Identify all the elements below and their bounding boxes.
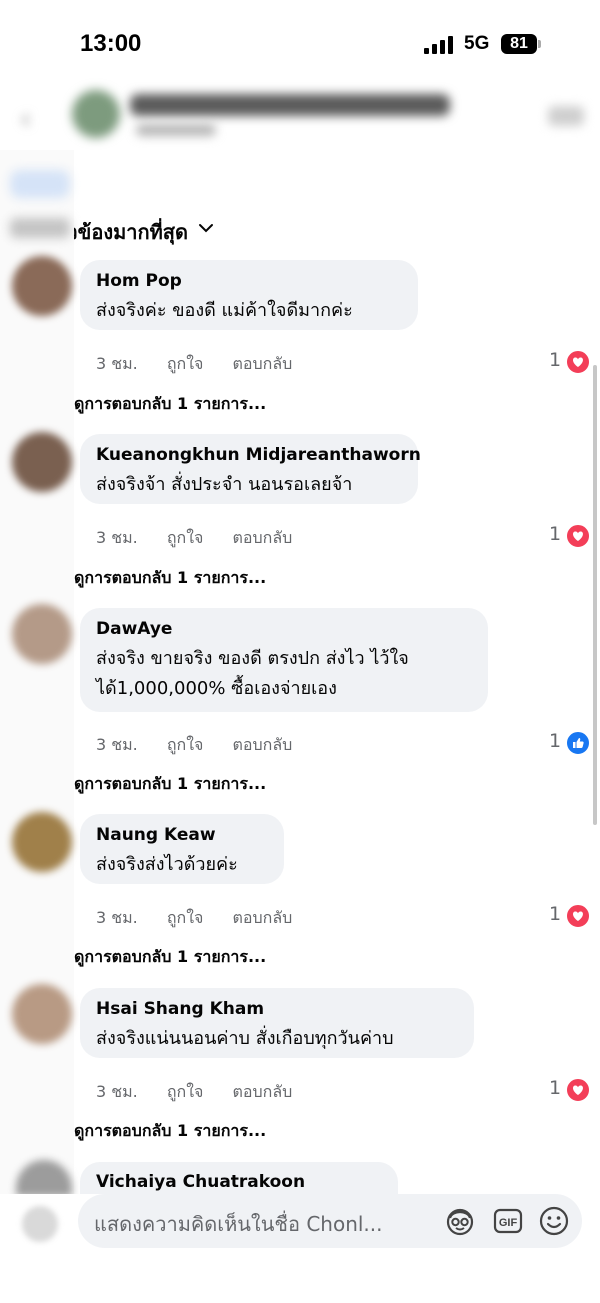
like-button[interactable]: ถูกใจ xyxy=(167,1082,204,1101)
avatar[interactable] xyxy=(12,812,72,872)
comment-bubble[interactable]: Hsai Shang Kham ส่งจริงแน่นนอนค่าบ สั่งเ… xyxy=(80,988,474,1058)
status-time: 13:00 xyxy=(80,30,142,57)
reaction-count[interactable]: 1 xyxy=(549,730,561,752)
like-button[interactable]: ถูกใจ xyxy=(167,528,204,547)
status-bar: 13:00 5G 81 xyxy=(0,0,600,90)
comment-actions: 3 ชม. ถูกใจ ตอบกลับ xyxy=(96,906,316,931)
love-reaction-icon[interactable] xyxy=(566,524,590,548)
reaction-count[interactable]: 1 xyxy=(549,1077,561,1099)
page-avatar[interactable] xyxy=(72,90,120,138)
like-button[interactable]: ถูกใจ xyxy=(167,908,204,927)
love-reaction-icon[interactable] xyxy=(566,1078,590,1102)
reaction-chip-redacted xyxy=(10,170,70,198)
scrollbar[interactable] xyxy=(593,365,597,825)
reaction-count[interactable]: 1 xyxy=(549,903,561,925)
comment-bubble[interactable]: Hom Pop ส่งจริงค่ะ ของดี แม่ค้าใจดีมากค่… xyxy=(80,260,418,330)
chevron-down-icon xyxy=(199,224,213,233)
avatar[interactable] xyxy=(12,256,72,316)
comment-bubble[interactable]: Vichaiya Chuatrakoon xyxy=(80,1162,398,1196)
like-button[interactable]: ถูกใจ xyxy=(167,735,204,754)
comment-input-placeholder[interactable]: แสดงความคิดเห็นในชื่อ Chonl... xyxy=(94,1208,430,1240)
comment-bubble[interactable]: DawAye ส่งจริง ขายจริง ของดี ตรงปก ส่งไว… xyxy=(80,608,488,712)
more-icon[interactable] xyxy=(548,106,584,126)
gif-icon[interactable]: GIF xyxy=(492,1205,524,1237)
view-replies-link[interactable]: ดูการตอบกลับ 1 รายการ... xyxy=(74,1119,266,1144)
comment-actions: 3 ชม. ถูกใจ ตอบกลับ xyxy=(96,526,316,551)
reaction-count[interactable]: 1 xyxy=(549,523,561,545)
avatar[interactable] xyxy=(12,604,72,664)
comment-text: ส่งจริงส่งไวด้วยค่ะ xyxy=(96,854,238,875)
view-replies-link[interactable]: ดูการตอบกลับ 1 รายการ... xyxy=(74,566,266,591)
reply-button[interactable]: ตอบกลับ xyxy=(233,908,293,927)
battery-icon: 81 xyxy=(501,34,537,54)
sort-selector[interactable]: ที่เกี่ยวข้องมากที่สุด xyxy=(74,210,224,246)
like-reaction-icon[interactable] xyxy=(566,731,590,755)
avatar[interactable] xyxy=(12,432,72,492)
cellular-signal-icon xyxy=(424,36,456,54)
comment-text-line: ส่งจริง ขายจริง ของดี ตรงปก ส่งไว ไว้ใจ xyxy=(96,648,409,669)
svg-text:GIF: GIF xyxy=(499,1217,518,1229)
battery-tip xyxy=(538,40,541,48)
comment-time: 3 ชม. xyxy=(96,528,138,547)
comment-time: 3 ชม. xyxy=(96,354,138,373)
commenter-name[interactable]: Naung Keaw xyxy=(96,824,268,846)
comment-bubble[interactable]: Naung Keaw ส่งจริงส่งไวด้วยค่ะ xyxy=(80,814,284,884)
commenter-name[interactable]: DawAye xyxy=(96,618,472,640)
love-reaction-icon[interactable] xyxy=(566,350,590,374)
commenter-name[interactable]: Hom Pop xyxy=(96,270,402,292)
avatar xyxy=(22,1206,58,1242)
comment-actions: 3 ชม. ถูกใจ ตอบกลับ xyxy=(96,352,316,377)
back-icon[interactable]: ‹ xyxy=(20,102,42,135)
page-subtitle-redacted xyxy=(136,124,216,136)
comment-text: ส่งจริงค่ะ ของดี แม่ค้าใจดีมากค่ะ xyxy=(96,300,353,321)
commenter-name[interactable]: Hsai Shang Kham xyxy=(96,998,458,1020)
page-title-redacted xyxy=(130,94,450,116)
view-replies-link[interactable]: ดูการตอบกลับ 1 รายการ... xyxy=(74,945,266,970)
comment-text-line: ได้1,000,000% ซื้อเองจ่ายเอง xyxy=(96,678,337,699)
commenter-name[interactable]: Kueanongkhun Midjareanthaworn xyxy=(96,444,421,466)
view-replies-link[interactable]: ดูการตอบกลับ 1 รายการ... xyxy=(74,392,266,417)
comment-time: 3 ชม. xyxy=(96,1082,138,1101)
avatar[interactable] xyxy=(12,984,72,1044)
reply-button[interactable]: ตอบกลับ xyxy=(233,354,293,373)
comment-text: ส่งจริงแน่นนอนค่าบ สั่งเกือบทุกวันค่าบ xyxy=(96,1028,394,1049)
love-reaction-icon[interactable] xyxy=(566,904,590,928)
comment-text: ส่งจริงจ้า สั่งประจำ นอนรอเลยจ้า xyxy=(96,474,353,495)
reaction-count[interactable]: 1 xyxy=(549,349,561,371)
avatar-sticker-icon[interactable] xyxy=(444,1205,476,1237)
like-button[interactable]: ถูกใจ xyxy=(167,354,204,373)
comment-time: 3 ชม. xyxy=(96,735,138,754)
network-type: 5G xyxy=(464,33,490,54)
label-redacted xyxy=(10,218,70,238)
emoji-icon[interactable] xyxy=(538,1205,570,1237)
comment-actions: 3 ชม. ถูกใจ ตอบกลับ xyxy=(96,733,316,758)
reply-button[interactable]: ตอบกลับ xyxy=(233,735,293,754)
reply-button[interactable]: ตอบกลับ xyxy=(233,1082,293,1101)
comment-bubble[interactable]: Kueanongkhun Midjareanthaworn ส่งจริงจ้า… xyxy=(80,434,421,504)
reply-button[interactable]: ตอบกลับ xyxy=(233,528,293,547)
view-replies-link[interactable]: ดูการตอบกลับ 1 รายการ... xyxy=(74,772,266,797)
sort-label: ที่เกี่ยวข้องมากที่สุด xyxy=(74,220,188,244)
commenter-name[interactable]: Vichaiya Chuatrakoon xyxy=(96,1172,305,1192)
comment-time: 3 ชม. xyxy=(96,908,138,927)
comment-actions: 3 ชม. ถูกใจ ตอบกลับ xyxy=(96,1080,316,1105)
